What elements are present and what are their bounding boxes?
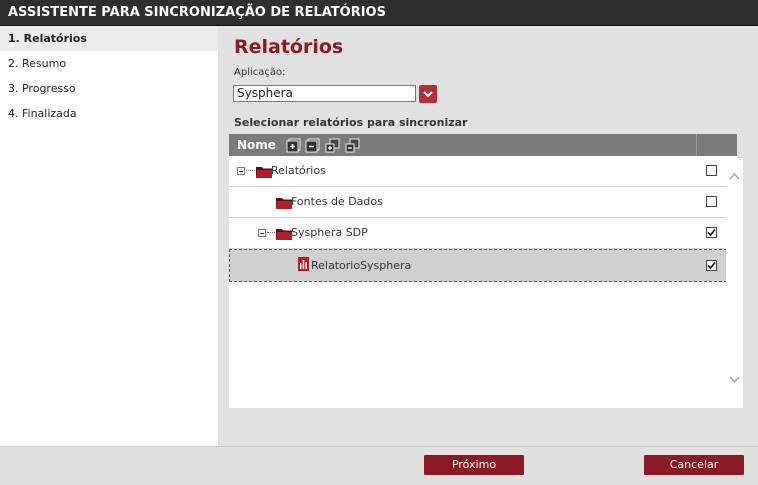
folder-icon — [276, 198, 292, 209]
column-name-header[interactable]: Nome — [237, 134, 276, 156]
next-button[interactable]: Próximo — [424, 455, 524, 475]
scroll-down-icon[interactable] — [729, 376, 740, 384]
collapse-toggle-icon[interactable] — [258, 229, 266, 237]
step-relatorios[interactable]: 1. Relatórios — [0, 26, 218, 51]
wizard-footer: Próximo Cancelar — [0, 446, 758, 485]
grid-header: Nome — [229, 134, 737, 156]
tree-label: Fontes de Dados — [291, 195, 383, 208]
row-checkbox[interactable] — [706, 196, 717, 207]
checkmark-icon — [707, 261, 716, 270]
report-icon — [298, 257, 309, 271]
collapse-toggle-icon[interactable] — [237, 167, 245, 175]
application-dropdown-button[interactable] — [419, 85, 437, 103]
tree-row-fontes-de-dados[interactable]: Fontes de Dados — [229, 187, 737, 218]
step-finalizada[interactable]: 4. Finalizada — [0, 101, 218, 126]
step-progresso[interactable]: 3. Progresso — [0, 76, 218, 101]
tree-label: Sysphera SDP — [291, 226, 368, 239]
tree-connector — [246, 170, 255, 172]
row-checkbox[interactable] — [706, 165, 717, 176]
tree-label: RelatorioSysphera — [311, 259, 412, 272]
main-panel: Relatórios Aplicação: Sysphera Seleciona… — [218, 26, 758, 446]
select-reports-label: Selecionar relatórios para sincronizar — [234, 116, 468, 129]
step-resumo[interactable]: 2. Resumo — [0, 51, 218, 76]
window-title: ASSISTENTE PARA SINCRONIZAÇÃO DE RELATÓR… — [0, 0, 758, 26]
uncheck-all-icon[interactable] — [345, 138, 360, 153]
grid-scrollbar[interactable] — [726, 158, 743, 408]
reports-tree-grid: Nome Relatórios Fontes de Dados Sysphera… — [229, 134, 737, 408]
folder-icon — [256, 167, 272, 178]
wizard-steps: 1. Relatórios 2. Resumo 3. Progresso 4. … — [0, 26, 218, 446]
check-all-icon[interactable] — [325, 138, 340, 153]
expand-all-icon[interactable] — [286, 138, 301, 153]
row-checkbox[interactable] — [706, 260, 717, 271]
application-select[interactable]: Sysphera — [233, 85, 416, 102]
row-checkbox[interactable] — [706, 227, 717, 238]
tree-label: Relatórios — [271, 164, 326, 177]
column-divider — [696, 134, 697, 156]
tree-row-relatoriosysphera[interactable]: RelatorioSysphera — [229, 249, 737, 282]
application-label: Aplicação: — [234, 67, 286, 78]
checkmark-icon — [707, 228, 716, 237]
cancel-button[interactable]: Cancelar — [644, 455, 744, 475]
chevron-down-icon — [423, 91, 433, 98]
tree-row-sysphera-sdp[interactable]: Sysphera SDP — [229, 218, 737, 249]
tree-row-relatorios[interactable]: Relatórios — [229, 156, 737, 187]
folder-icon — [276, 229, 292, 240]
collapse-all-icon[interactable] — [305, 138, 320, 153]
tree-connector — [267, 232, 275, 234]
scroll-up-icon[interactable] — [729, 172, 740, 180]
page-title: Relatórios — [234, 36, 344, 58]
